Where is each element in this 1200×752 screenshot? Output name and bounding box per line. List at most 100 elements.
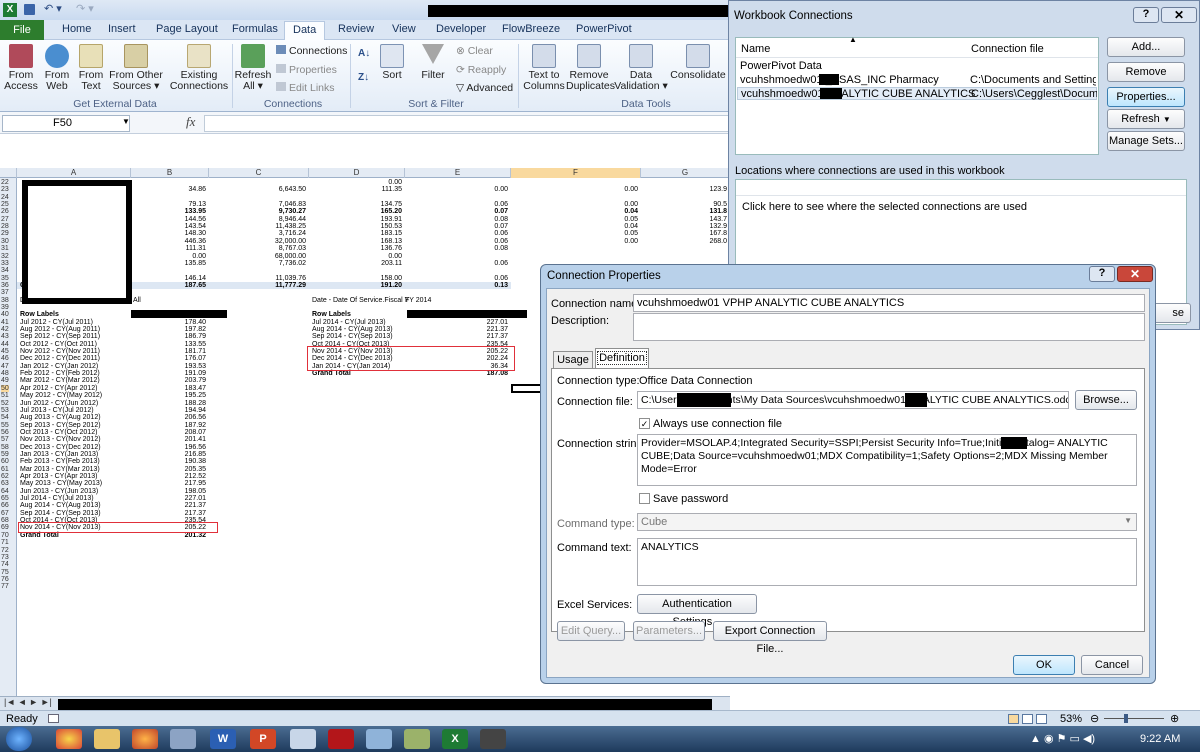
- cell-value[interactable]: 135.85: [131, 260, 206, 268]
- cancel-button[interactable]: Cancel: [1081, 655, 1143, 675]
- tab-developer[interactable]: Developer: [436, 23, 486, 35]
- tab-home[interactable]: Home: [62, 23, 91, 35]
- word-icon[interactable]: W: [210, 729, 236, 749]
- browse-button[interactable]: Browse...: [1075, 390, 1137, 410]
- formula-input[interactable]: [204, 115, 764, 132]
- powerpoint-icon[interactable]: P: [250, 729, 276, 749]
- close-icon[interactable]: ✕: [1161, 7, 1197, 23]
- cell-value[interactable]: 268.0: [641, 238, 727, 246]
- column-header-e[interactable]: E: [405, 168, 511, 178]
- excel-other-icon[interactable]: [404, 729, 430, 749]
- grand-total-label[interactable]: Grand Total: [312, 370, 405, 378]
- filter-value[interactable]: All: [133, 297, 204, 305]
- column-header-c[interactable]: C: [209, 168, 309, 178]
- filter-label[interactable]: Date - Date Of Service.Fiscal Y: [312, 297, 409, 305]
- tab-usage[interactable]: Usage: [553, 351, 593, 369]
- column-header-g[interactable]: G: [641, 168, 730, 178]
- filter-button[interactable]: Filter: [418, 44, 448, 81]
- remove-duplicates-button[interactable]: Remove Duplicates: [566, 44, 615, 92]
- filter-value[interactable]: FY 2014: [405, 297, 482, 305]
- refresh-button[interactable]: Refresh ▼: [1107, 109, 1185, 129]
- cell-value[interactable]: 0.08: [405, 245, 508, 253]
- file-explorer-icon[interactable]: [94, 729, 120, 749]
- always-use-label[interactable]: Always use connection file: [653, 418, 782, 430]
- cell-value[interactable]: 11,777.29: [209, 282, 306, 290]
- cell-value[interactable]: 191.20: [309, 282, 402, 290]
- grand-total-label[interactable]: Grand Total: [20, 532, 129, 540]
- help-icon[interactable]: ?: [1133, 7, 1159, 23]
- tab-page-layout[interactable]: Page Layout: [156, 23, 218, 35]
- grand-total-value[interactable]: 187.08: [405, 370, 508, 378]
- cell-value[interactable]: 111.35: [309, 186, 402, 194]
- list-item[interactable]: PowerPivot Data: [737, 59, 1097, 72]
- column-header-a[interactable]: A: [17, 168, 131, 178]
- cell-value[interactable]: 0.00: [511, 238, 638, 246]
- tab-formulas[interactable]: Formulas: [232, 23, 278, 35]
- connection-string-input[interactable]: Provider=MSOLAP.4;Integrated Security=SS…: [637, 434, 1137, 486]
- authentication-settings-button[interactable]: Authentication Settings...: [637, 594, 757, 628]
- properties-button[interactable]: Properties...: [1107, 87, 1185, 107]
- tab-flowbreeze[interactable]: FlowBreeze: [502, 23, 560, 35]
- save-password-checkbox[interactable]: [639, 493, 650, 504]
- cell-value[interactable]: 203.11: [309, 260, 402, 268]
- always-use-checkbox[interactable]: ✓: [639, 418, 650, 429]
- column-name-header[interactable]: Name: [741, 43, 770, 55]
- tab-definition[interactable]: Definition: [595, 348, 649, 369]
- cell-value[interactable]: 7,736.02: [209, 260, 306, 268]
- tab-review[interactable]: Review: [338, 23, 374, 35]
- help-icon[interactable]: ?: [1089, 266, 1115, 282]
- tab-powerpivot[interactable]: PowerPivot: [576, 23, 632, 35]
- sort-za-icon[interactable]: Z↓: [358, 72, 369, 83]
- cell-value[interactable]: 0.00: [405, 186, 508, 194]
- connection-name-input[interactable]: vcuhshmoedw01 VPHP ANALYTIC CUBE ANALYTI…: [633, 294, 1145, 312]
- close-icon[interactable]: ✕: [1117, 266, 1153, 282]
- zoom-level[interactable]: 53%: [1060, 713, 1082, 725]
- command-type-select[interactable]: Cube ▼: [637, 513, 1137, 531]
- list-item[interactable]: vcuhshmoedw01 _SSAS_INC Pharmacy C:\Docu…: [737, 73, 1097, 86]
- ok-button[interactable]: OK: [1013, 655, 1075, 675]
- data-validation-button[interactable]: Data Validation ▾: [614, 44, 668, 92]
- remove-button[interactable]: Remove: [1107, 62, 1185, 82]
- cell-value[interactable]: 0.00: [511, 186, 638, 194]
- macro-record-icon[interactable]: [48, 714, 59, 723]
- paint-icon[interactable]: [366, 729, 392, 749]
- row-number[interactable]: 77: [1, 583, 9, 591]
- locations-hint[interactable]: Click here to see where the selected con…: [742, 201, 1027, 213]
- column-header[interactable]: [0, 168, 17, 178]
- column-file-header[interactable]: Connection file: [971, 43, 1044, 55]
- grand-total-value[interactable]: 201.32: [131, 532, 206, 540]
- manage-sets-button[interactable]: Manage Sets...: [1107, 131, 1185, 151]
- refresh-all-button[interactable]: Refresh All ▾: [234, 44, 272, 92]
- text-to-columns-button[interactable]: Text to Columns: [522, 44, 566, 92]
- export-connection-file-button[interactable]: Export Connection File...: [713, 621, 827, 655]
- cell-value[interactable]: 0.06: [405, 260, 508, 268]
- tray-icons[interactable]: ▲ ◉ ⚑ ▭ ◀): [1030, 732, 1095, 745]
- cell-value[interactable]: 187.65: [131, 282, 206, 290]
- page-layout-view-icon[interactable]: [1022, 714, 1033, 724]
- add-button[interactable]: Add...: [1107, 37, 1185, 57]
- command-text-input[interactable]: ANALYTICS: [637, 538, 1137, 586]
- name-box-dropdown-icon[interactable]: ▼: [122, 117, 130, 126]
- from-other-sources-button[interactable]: From Other Sources ▾: [108, 44, 164, 92]
- name-box[interactable]: F50: [2, 115, 130, 132]
- tab-view[interactable]: View: [392, 23, 416, 35]
- from-access-button[interactable]: From Access: [4, 44, 38, 92]
- normal-view-icon[interactable]: [1008, 714, 1019, 724]
- notepad-icon[interactable]: [290, 729, 316, 749]
- consolidate-button[interactable]: Consolidate: [670, 44, 726, 81]
- from-text-button[interactable]: From Text: [74, 44, 108, 92]
- save-password-label[interactable]: Save password: [653, 493, 728, 505]
- zoom-slider[interactable]: [1104, 718, 1164, 719]
- save-icon[interactable]: [24, 4, 35, 15]
- fx-icon[interactable]: fx: [186, 114, 195, 130]
- column-header-b[interactable]: B: [131, 168, 209, 178]
- cell-value[interactable]: 6,643.50: [209, 186, 306, 194]
- from-web-button[interactable]: From Web: [40, 44, 74, 92]
- tab-data[interactable]: Data: [284, 21, 326, 40]
- tab-file[interactable]: File: [0, 20, 44, 40]
- zoom-in-icon[interactable]: ⊕: [1170, 712, 1179, 725]
- page-break-view-icon[interactable]: [1036, 714, 1047, 724]
- list-item-selected[interactable]: vcuhshmoedw01 ANALYTIC CUBE ANALYTICS C:…: [737, 87, 1097, 100]
- connections-button[interactable]: Connections: [276, 45, 347, 57]
- sort-button[interactable]: Sort: [378, 44, 406, 81]
